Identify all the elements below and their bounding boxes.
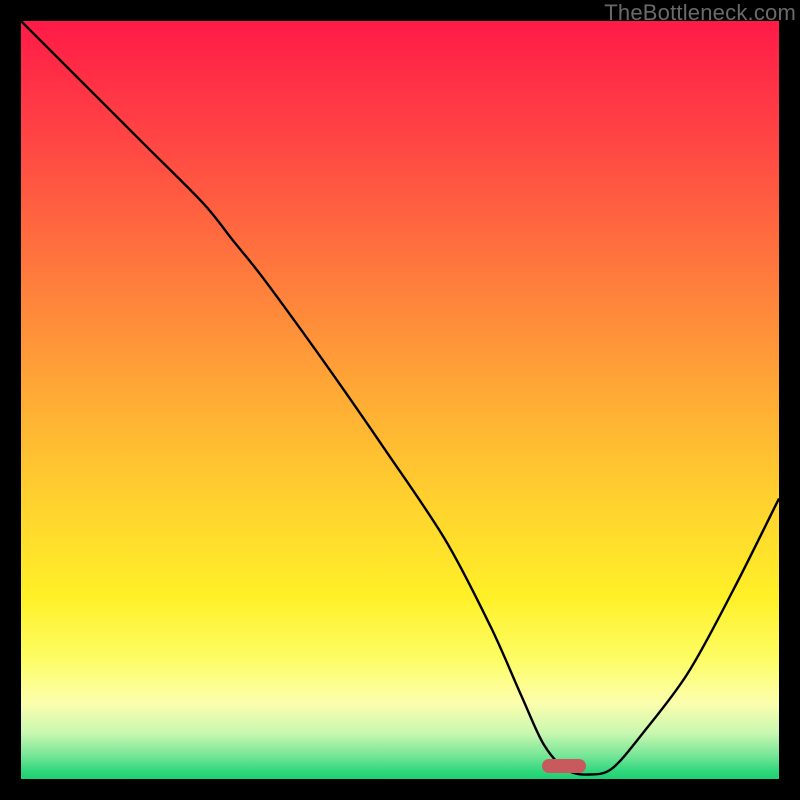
optimal-marker [542, 759, 586, 773]
plot-area [21, 21, 779, 779]
watermark-text: TheBottleneck.com [604, 0, 796, 26]
bottleneck-curve [21, 21, 779, 779]
chart-frame: TheBottleneck.com [0, 0, 800, 800]
